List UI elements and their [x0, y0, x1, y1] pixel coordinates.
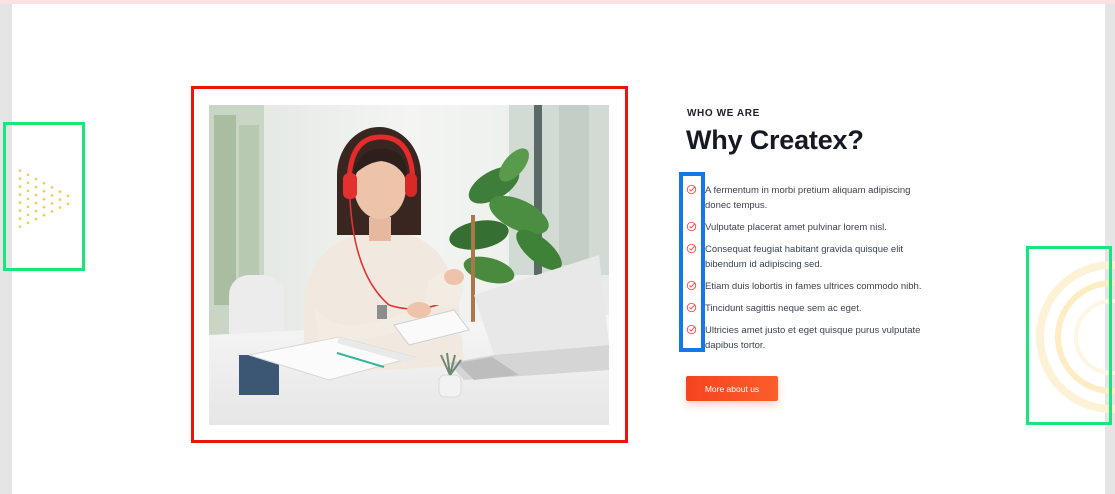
- more-about-us-button[interactable]: More about us: [686, 376, 778, 401]
- check-circle-icon: [686, 324, 697, 335]
- feature-list: A fermentum in morbi pretium aliquam adi…: [686, 183, 926, 360]
- feature-text: A fermentum in morbi pretium aliquam adi…: [705, 185, 911, 211]
- decoration-dot: [18, 185, 22, 188]
- list-item: Etiam duis lobortis in fames ultrices co…: [686, 279, 926, 294]
- section-kicker: WHO WE ARE: [687, 108, 760, 119]
- decoration-dot: [42, 197, 46, 201]
- list-item: Consequat feugiat habitant gravida quisq…: [686, 242, 926, 272]
- decoration-dot: [58, 206, 62, 209]
- decoration-dot: [18, 193, 22, 196]
- decoration-dot: [66, 202, 70, 206]
- check-circle-icon: [686, 243, 697, 254]
- feature-text: Tincidunt sagittis neque sem ac eget.: [705, 303, 862, 314]
- feature-text: Ultricies amet justo et eget quisque pur…: [705, 325, 921, 351]
- circle-decoration-icon: [1036, 261, 1115, 413]
- decoration-dot: [34, 217, 38, 221]
- feature-text: Etiam duis lobortis in fames ultrices co…: [705, 281, 922, 292]
- decoration-dot: [26, 181, 30, 185]
- decoration-dot: [18, 209, 22, 212]
- decoration-dot: [26, 213, 30, 217]
- list-item: Ultricies amet justo et eget quisque pur…: [686, 323, 926, 353]
- top-strip: [0, 0, 1115, 4]
- decoration-dot: [26, 221, 30, 225]
- decoration-dot: [18, 169, 22, 172]
- decoration-dot: [50, 210, 54, 213]
- decoration-dot: [58, 190, 62, 193]
- decoration-dot: [42, 205, 46, 209]
- decoration-dot: [18, 201, 22, 204]
- list-item: Tincidunt sagittis neque sem ac eget.: [686, 301, 926, 316]
- decoration-dot: [66, 194, 70, 198]
- page: WHO WE ARE Why Createx? A fermentum in m…: [0, 0, 1115, 494]
- woman-with-headphones-photo: [209, 105, 609, 425]
- feature-text: Vulputate placerat amet pulvinar lorem n…: [705, 222, 887, 233]
- decoration-dot: [18, 217, 22, 220]
- decoration-dot: [50, 186, 54, 189]
- list-item: A fermentum in morbi pretium aliquam adi…: [686, 183, 926, 213]
- decoration-dot: [42, 213, 46, 217]
- decoration-dot: [18, 177, 22, 180]
- decoration-dot: [42, 181, 46, 185]
- check-circle-icon: [686, 280, 697, 291]
- decoration-dot: [34, 201, 38, 205]
- decoration-dot: [58, 198, 62, 201]
- decoration-dot: [50, 202, 54, 205]
- hero-photo: [209, 105, 609, 425]
- dots-decoration-icon: [18, 169, 70, 228]
- decoration-dot: [34, 209, 38, 213]
- decoration-dot: [34, 177, 38, 181]
- decoration-dot: [26, 205, 30, 209]
- section-title: Why Createx?: [686, 125, 864, 155]
- decoration-dot: [18, 225, 22, 228]
- check-circle-icon: [686, 184, 697, 195]
- check-circle-icon: [686, 302, 697, 313]
- decoration-dot: [34, 185, 38, 189]
- check-circle-icon: [686, 221, 697, 232]
- decoration-dot: [26, 189, 30, 193]
- feature-text: Consequat feugiat habitant gravida quisq…: [705, 244, 904, 270]
- decoration-dot: [26, 173, 30, 177]
- decoration-dot: [26, 197, 30, 201]
- decoration-dot: [42, 189, 46, 193]
- decoration-dot: [50, 194, 54, 197]
- decoration-dot: [34, 193, 38, 197]
- list-item: Vulputate placerat amet pulvinar lorem n…: [686, 220, 926, 235]
